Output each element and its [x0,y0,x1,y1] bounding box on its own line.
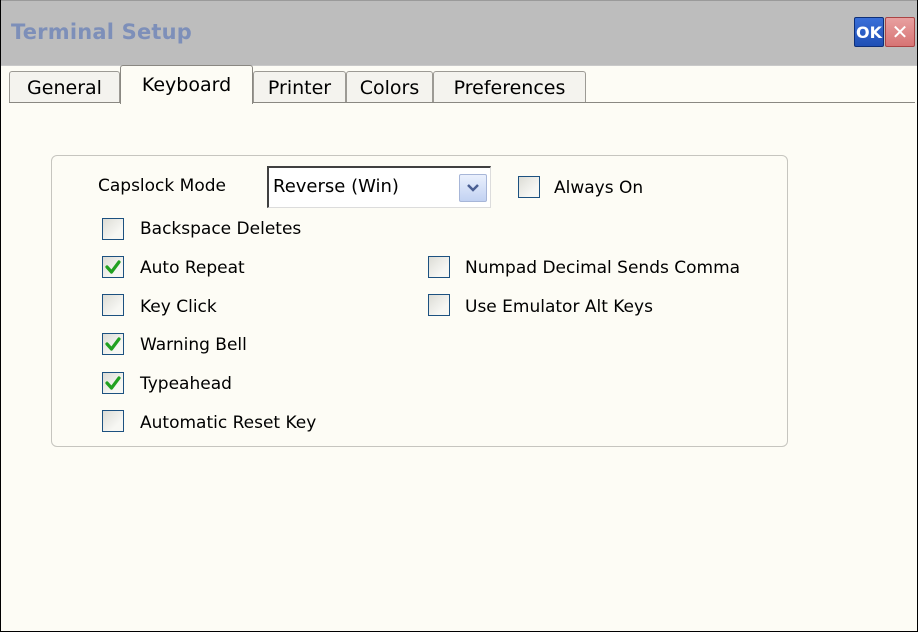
numpad-decimal-sends-comma-checkbox[interactable] [428,256,450,278]
tab-keyboard[interactable]: Keyboard [120,65,253,104]
use-emulator-alt-keys-checkbox[interactable] [428,294,450,316]
typeahead-checkbox[interactable] [102,372,124,394]
use-emulator-alt-keys-label: Use Emulator Alt Keys [465,297,653,317]
numpad-decimal-sends-comma-label: Numpad Decimal Sends Comma [465,258,741,278]
capslock-mode-select[interactable]: Reverse (Win) [267,166,491,208]
checkmark-icon [105,337,121,351]
warning-bell-checkbox[interactable] [102,333,124,355]
close-button[interactable]: ✕ [885,17,915,47]
tab-colors[interactable]: Colors [346,71,433,103]
capslock-mode-value: Reverse (Win) [273,176,399,197]
auto-repeat-label: Auto Repeat [140,258,245,278]
capslock-mode-label: Capslock Mode [98,176,226,196]
checkmark-icon [105,260,121,274]
always-on-checkbox[interactable] [518,176,540,198]
tab-strip: General Keyboard Printer Colors Preferen… [9,65,909,104]
key-click-checkbox[interactable] [102,294,124,316]
automatic-reset-key-label: Automatic Reset Key [140,413,317,433]
backspace-deletes-label: Backspace Deletes [140,219,302,239]
tab-printer[interactable]: Printer [253,71,346,103]
window-title: Terminal Setup [11,20,193,44]
backspace-deletes-checkbox[interactable] [102,218,124,240]
automatic-reset-key-checkbox[interactable] [102,410,124,432]
tab-general[interactable]: General [9,71,120,103]
tab-preferences[interactable]: Preferences [433,71,586,103]
always-on-label: Always On [554,178,644,198]
title-bar: Terminal Setup OK ✕ [1,0,917,66]
chevron-down-icon[interactable] [459,174,487,202]
typeahead-label: Typeahead [140,374,232,394]
auto-repeat-checkbox[interactable] [102,256,124,278]
checkmark-icon [105,376,121,390]
ok-button[interactable]: OK [854,17,884,47]
terminal-setup-window: Terminal Setup OK ✕ General Keyboard Pri… [0,0,918,632]
warning-bell-label: Warning Bell [140,335,247,355]
key-click-label: Key Click [140,297,217,317]
